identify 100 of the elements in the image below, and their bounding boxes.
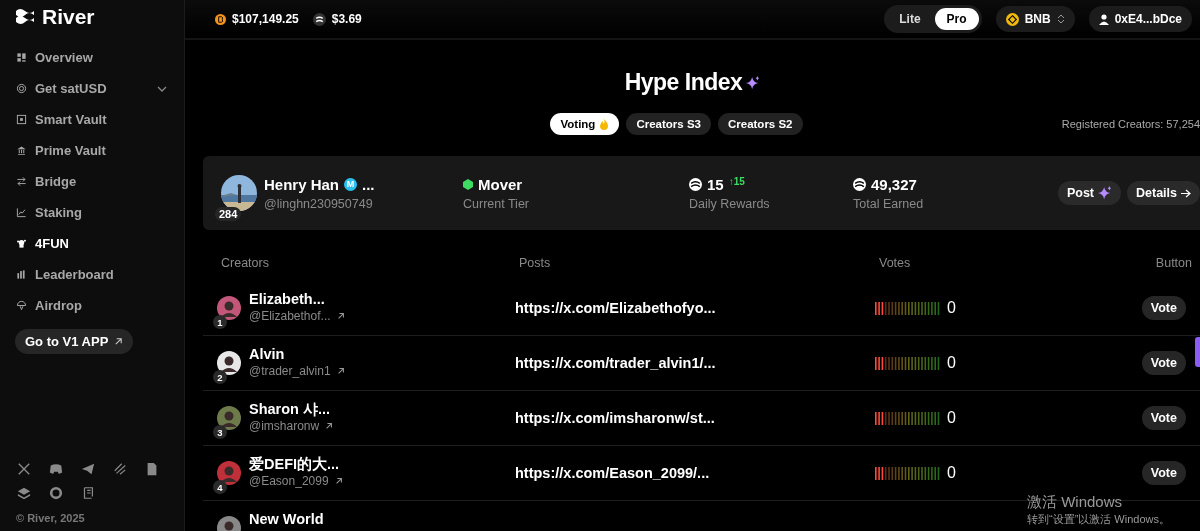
- mode-option[interactable]: Lite: [887, 8, 933, 30]
- post-button[interactable]: Post: [1057, 181, 1121, 205]
- creator-name: 爱DEFI的大...: [249, 456, 341, 472]
- nav-item[interactable]: Get satUSD: [0, 73, 184, 104]
- external-link-icon[interactable]: [336, 312, 345, 320]
- external-link-icon[interactable]: [334, 477, 343, 485]
- grid-icon: [16, 52, 27, 63]
- nav-item[interactable]: Leaderboard: [0, 259, 184, 290]
- rank-badge: 284: [215, 207, 242, 221]
- tier-value: Mover: [478, 175, 523, 193]
- vote-button[interactable]: Vote: [1141, 296, 1186, 320]
- change-text: ↑15: [728, 175, 745, 187]
- nav-item[interactable]: Overview: [0, 42, 184, 73]
- activation-notice: 转到“设置”以激活 Windows。: [1027, 512, 1170, 527]
- vote-button[interactable]: Vote: [1141, 351, 1186, 375]
- bnb-icon: [1005, 12, 1019, 26]
- column-header: Creators: [221, 256, 270, 272]
- wallet-button[interactable]: 0xE4...bDce: [1088, 6, 1192, 32]
- bank-icon: [16, 145, 27, 156]
- vote-meter: [875, 411, 941, 425]
- name-ellipsis: ...: [362, 175, 375, 193]
- handle-text: @Eason_2099: [249, 474, 329, 488]
- registered-count: Registered Creators: 57,254: [1061, 118, 1200, 130]
- x-icon[interactable]: [17, 462, 31, 476]
- vote-meter: [875, 301, 941, 315]
- column-header: Posts: [519, 256, 552, 272]
- avatar-icon: [217, 461, 241, 485]
- mode-option[interactable]: Pro: [934, 8, 979, 30]
- bitcoin-icon: [215, 13, 226, 25]
- side-handle[interactable]: [1195, 337, 1200, 367]
- vote-meter: [875, 356, 941, 370]
- vote-button[interactable]: Vote: [1141, 406, 1186, 430]
- river-coin-icon: [689, 177, 702, 191]
- v1-app-button[interactable]: Go to V1 APP: [15, 329, 134, 354]
- rank-badge: 2: [213, 370, 227, 384]
- nav-item[interactable]: Prime Vault: [0, 135, 184, 166]
- vote-count: 0: [947, 354, 956, 372]
- handle-text: @Elizabethof...: [249, 309, 331, 323]
- creator-name: Sharon 샤...: [249, 401, 332, 417]
- rank-badge: 4: [213, 480, 227, 494]
- avatar-icon: [217, 296, 241, 320]
- target-icon: [16, 83, 27, 94]
- nav-item[interactable]: Staking: [0, 197, 184, 228]
- activation-notice: 激活 Windows: [1027, 493, 1123, 512]
- vote-meter: [875, 466, 941, 480]
- post-link[interactable]: https://x.com/trader_alvin1/...: [515, 355, 875, 371]
- post-link[interactable]: https://x.com/Elizabethofyo...: [515, 300, 875, 316]
- column-header: Button: [1155, 256, 1192, 272]
- creator-name: New World: [249, 511, 324, 527]
- tab[interactable]: Creators S2: [717, 113, 803, 135]
- creator-name: Henry Han: [264, 175, 340, 193]
- hexagon-icon: [463, 178, 473, 190]
- nav-item[interactable]: Smart Vault: [0, 104, 184, 135]
- rank-badge: 3: [213, 425, 227, 439]
- coin-icon: [312, 12, 326, 26]
- avatar-icon: [217, 406, 241, 430]
- external-link-icon[interactable]: [325, 422, 334, 430]
- vote-count: 0: [947, 409, 956, 427]
- daily-value: 15: [707, 175, 724, 193]
- user-icon: [1098, 13, 1109, 25]
- logo-icon: [14, 7, 36, 27]
- arrow-right-icon: [1181, 188, 1191, 198]
- telegram-icon[interactable]: [81, 462, 95, 476]
- scroll-icon[interactable]: [81, 486, 95, 500]
- verified-badge: M: [344, 177, 358, 191]
- updown-icon: [1056, 14, 1065, 24]
- external-link-icon[interactable]: [336, 367, 345, 375]
- total-value: 49,327: [871, 175, 917, 193]
- vote-button[interactable]: Vote: [1141, 461, 1186, 485]
- handle-text: @trader_alvin1: [249, 364, 331, 378]
- sparkle-icon: [1098, 186, 1112, 200]
- details-button[interactable]: Details: [1127, 181, 1200, 205]
- slash-icon[interactable]: [113, 462, 127, 476]
- sparkle-icon: [746, 75, 761, 90]
- document-icon[interactable]: [145, 462, 159, 476]
- post-link[interactable]: https://x.com/imsharonw/st...: [515, 410, 875, 426]
- vote-count: 0: [947, 464, 956, 482]
- vault-icon: [16, 114, 27, 125]
- post-link[interactable]: https://x.com/Eason_2099/...: [515, 465, 875, 481]
- nav-item[interactable]: Bridge: [0, 166, 184, 197]
- price-text: $107,149.25: [232, 12, 299, 26]
- river-coin-icon: [853, 177, 866, 191]
- tab[interactable]: Creators S3: [626, 113, 711, 135]
- network-selector[interactable]: BNB: [995, 6, 1075, 32]
- chart-icon: [16, 207, 27, 218]
- nav-item[interactable]: 4FUN: [0, 228, 184, 259]
- vote-count: 0: [947, 299, 956, 317]
- copyright-text: © River, 2025: [15, 511, 86, 526]
- rank-badge: 1: [213, 315, 227, 329]
- creator-name: Alvin: [249, 346, 286, 362]
- balloon-icon: [16, 300, 27, 311]
- column-header: Votes: [879, 256, 912, 272]
- total-label: Total Earned: [853, 196, 924, 211]
- handle-text: @imsharonw: [249, 419, 320, 433]
- layers-icon[interactable]: [17, 486, 31, 500]
- daily-label: Daily Rewards: [689, 196, 771, 211]
- nav-item[interactable]: Airdrop: [0, 290, 184, 321]
- logo-text: River: [42, 5, 95, 29]
- tab[interactable]: Voting: [550, 113, 620, 135]
- avatar-icon: [217, 351, 241, 375]
